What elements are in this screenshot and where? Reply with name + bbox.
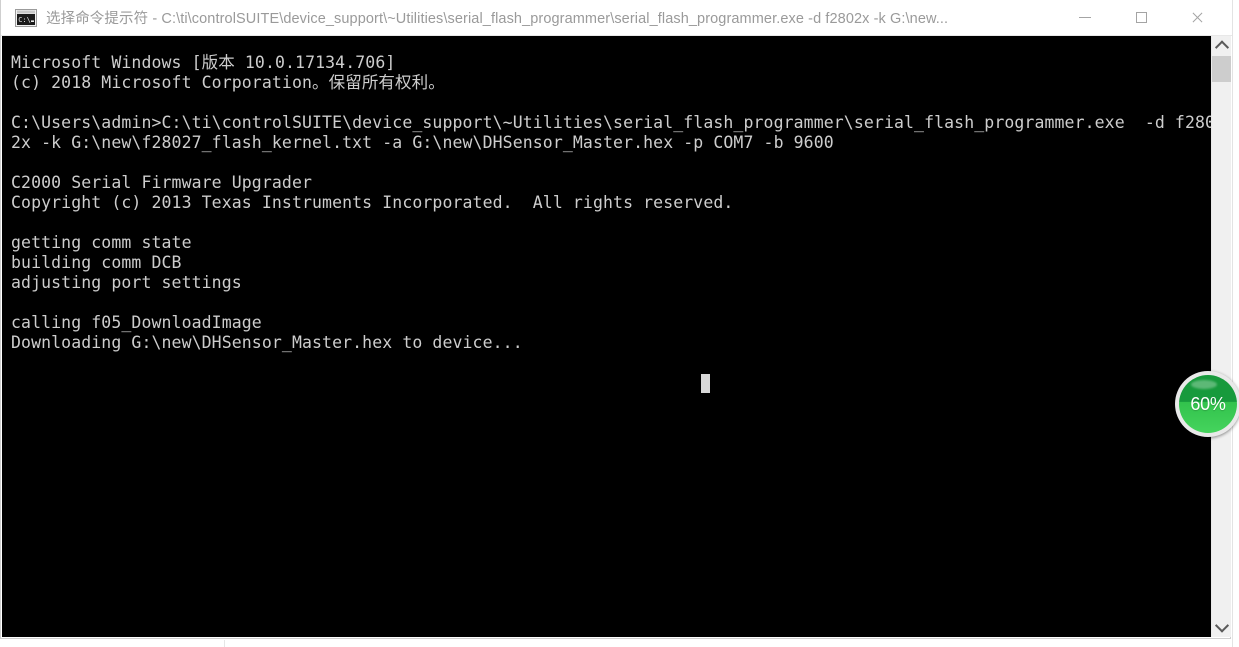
title-bar[interactable]: C:\ 选择命令提示符 - C:\ti\controlSUITE\device_… [1, 0, 1232, 36]
progress-badge-label: 60% [1190, 393, 1226, 414]
chevron-up-icon [1214, 40, 1229, 55]
vertical-scrollbar[interactable] [1211, 36, 1231, 637]
scroll-up-button[interactable] [1212, 36, 1231, 56]
minimize-button[interactable] [1062, 0, 1108, 36]
console-text: Microsoft Windows [版本 10.0.17134.706] (c… [11, 52, 1211, 352]
close-icon [1191, 11, 1204, 24]
maximize-icon [1135, 12, 1147, 23]
maximize-button[interactable] [1118, 0, 1164, 36]
close-button[interactable] [1174, 0, 1220, 36]
desktop-seam-divider [224, 640, 225, 647]
scroll-thumb[interactable] [1212, 56, 1231, 82]
desktop-right-strip [1232, 0, 1239, 647]
command-prompt-icon: C:\ [15, 8, 37, 27]
progress-badge[interactable]: 60% [1175, 371, 1239, 437]
scroll-track[interactable] [1212, 82, 1231, 617]
window-title: 选择命令提示符 - C:\ti\controlSUITE\device_supp… [46, 11, 949, 27]
scroll-down-button[interactable] [1212, 617, 1231, 637]
svg-text:C:\: C:\ [18, 16, 31, 24]
minimize-icon [1079, 17, 1091, 18]
desktop-lower-strip [0, 640, 1239, 647]
command-prompt-window: C:\ 选择命令提示符 - C:\ti\controlSUITE\device_… [0, 0, 1232, 639]
chevron-down-icon [1214, 618, 1229, 633]
progress-badge-dial: 60% [1179, 375, 1237, 433]
console-output-area[interactable]: Microsoft Windows [版本 10.0.17134.706] (c… [2, 36, 1211, 637]
block-cursor [701, 374, 710, 393]
